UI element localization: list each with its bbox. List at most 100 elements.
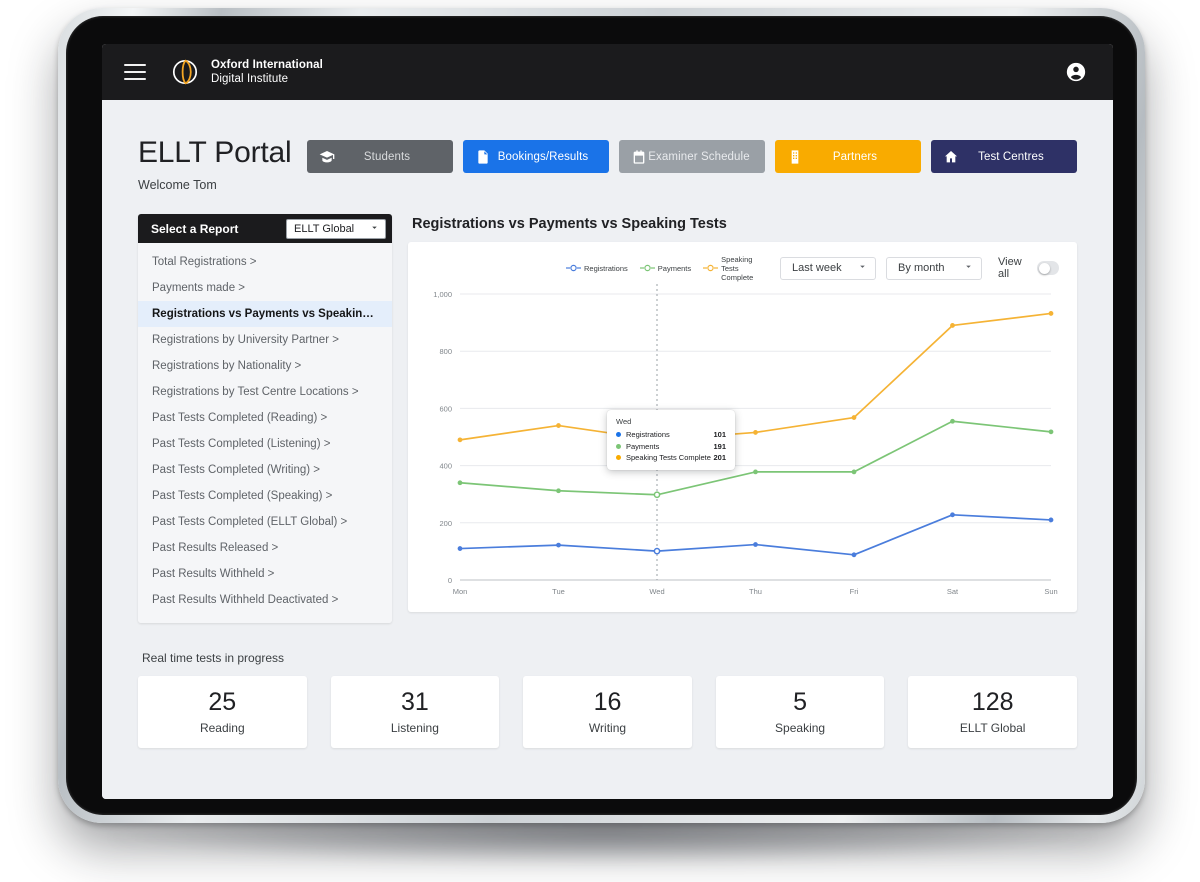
- tablet-screen: Oxford International Digital Institute E…: [102, 44, 1113, 799]
- account-circle-icon[interactable]: [1065, 61, 1087, 83]
- line-chart-plot[interactable]: 0 200 400 600 800 1,000 Mon Tue Wed Thu Fri Sat Sun: [408, 282, 1077, 612]
- chart-svg: 0 200 400 600 800 1,000 Mon Tue Wed Thu Fri Sat Sun: [433, 284, 1058, 596]
- stat-value: 25: [208, 688, 237, 717]
- report-list-item[interactable]: Past Tests Completed (Reading) >: [138, 405, 392, 431]
- tooltip-rows: Registrations 101 Payments 191 Speaking Test…: [616, 430, 726, 462]
- nav-pill-test-centres[interactable]: Test Centres: [931, 140, 1077, 173]
- grouping-select[interactable]: By month: [886, 256, 983, 280]
- nav-pill-bookings-results[interactable]: Bookings/Results: [463, 140, 609, 173]
- series-point[interactable]: [556, 542, 561, 548]
- report-list-item[interactable]: Registrations by Nationality >: [138, 353, 392, 379]
- series-point[interactable]: [950, 323, 955, 328]
- welcome-message: Welcome Tom: [138, 178, 217, 192]
- stats-row: 25 Reading 31 Listening 16 Writing 5 Speaking 12…: [138, 676, 1077, 748]
- series-point[interactable]: [556, 488, 561, 494]
- chart-legend: Registrations Payments Speaking Tests Comp…: [566, 255, 770, 282]
- tooltip-series-name: Payments: [626, 441, 660, 451]
- series-line[interactable]: [459, 312, 1052, 441]
- time-range-select[interactable]: Last week: [780, 256, 877, 280]
- tooltip-series-dot: [616, 443, 621, 449]
- y-axis-tick-label: 400: [439, 462, 452, 471]
- chevron-down-icon: [369, 222, 380, 236]
- report-list-item[interactable]: Past Results Released >: [138, 535, 392, 561]
- report-list-item[interactable]: Past Tests Completed (ELLT Global) >: [138, 509, 392, 535]
- x-axis-tick-label: Wed: [649, 587, 664, 596]
- tooltip-series-value: 201: [713, 453, 726, 462]
- page-body: ELLT Portal Welcome Tom Students Bookings…: [102, 100, 1113, 799]
- stat-card-reading: 25 Reading: [138, 676, 307, 748]
- y-axis-tick-label: 600: [439, 404, 452, 413]
- tooltip-series-value: 101: [713, 430, 726, 439]
- chart-card: Registrations Payments Speaking Tests Comp…: [408, 242, 1077, 612]
- tooltip-series-name: Registrations: [626, 430, 670, 439]
- series-point[interactable]: [753, 430, 758, 435]
- report-list-item[interactable]: Total Registrations >: [138, 249, 392, 275]
- series-point[interactable]: [753, 469, 758, 475]
- legend-label: Payments: [657, 263, 692, 273]
- view-all-toggle[interactable]: [1037, 261, 1059, 275]
- nav-pill-partners[interactable]: Partners: [775, 140, 921, 173]
- series-point[interactable]: [457, 437, 463, 443]
- report-list-item[interactable]: Registrations by Test Centre Locations >: [138, 379, 392, 405]
- series-point[interactable]: [457, 480, 463, 486]
- tooltip-series-name: Speaking Tests Complete: [626, 453, 711, 462]
- hamburger-menu-icon[interactable]: [124, 64, 146, 80]
- series-point[interactable]: [1048, 517, 1054, 523]
- report-list-item[interactable]: Payments made >: [138, 275, 392, 301]
- report-list-item[interactable]: Registrations vs Payments vs Speaking Te…: [138, 301, 392, 327]
- report-list-item[interactable]: Past Results Withheld >: [138, 561, 392, 587]
- title-row: ELLT Portal Welcome Tom Students Bookings…: [138, 100, 1077, 192]
- series-point[interactable]: [851, 415, 857, 420]
- nav-pill-group: Students Bookings/Results Examiner Schedul…: [307, 134, 1077, 173]
- series-point[interactable]: [653, 547, 661, 555]
- grouping-value: By month: [898, 262, 945, 274]
- hamburger-bar: [124, 64, 146, 66]
- nav-pill-students[interactable]: Students: [307, 140, 453, 173]
- report-list-item[interactable]: Past Results Withheld Deactivated >: [138, 587, 392, 613]
- chart-toolbar: Registrations Payments Speaking Tests Comp…: [408, 242, 1077, 282]
- stat-value: 31: [400, 688, 429, 717]
- chevron-down-icon: [857, 261, 868, 275]
- stat-value: 128: [971, 688, 1014, 717]
- series-point[interactable]: [851, 552, 857, 558]
- report-list-item[interactable]: Past Tests Completed (Writing) >: [138, 457, 392, 483]
- document-icon: [475, 149, 491, 165]
- report-scope-select[interactable]: ELLT Global: [286, 218, 386, 239]
- series-point[interactable]: [851, 469, 857, 475]
- report-list: Total Registrations > Payments made > Regi…: [138, 243, 392, 623]
- y-axis-tick-label: 1,000: [433, 290, 452, 299]
- legend-item[interactable]: Payments: [639, 259, 692, 277]
- legend-item[interactable]: Speaking Tests Complete: [703, 255, 770, 282]
- y-axis-tick-label: 0: [448, 576, 452, 585]
- x-axis-tick-label: Fri: [850, 587, 859, 596]
- select-a-report-label: Select a Report: [151, 221, 239, 236]
- series-point[interactable]: [457, 546, 463, 551]
- brand-logo[interactable]: Oxford International Digital Institute: [170, 57, 323, 87]
- series-line[interactable]: [459, 513, 1052, 556]
- legend-marker-icon: [703, 259, 719, 277]
- legend-item[interactable]: Registrations: [566, 259, 628, 277]
- nav-pill-examiner-schedule[interactable]: Examiner Schedule: [619, 140, 765, 173]
- hamburger-bar: [124, 78, 146, 80]
- tooltip-series-dot: [616, 432, 621, 437]
- y-axis-tick-label: 800: [439, 347, 452, 356]
- stat-value: 16: [593, 688, 622, 717]
- report-list-item[interactable]: Past Tests Completed (Speaking) >: [138, 483, 392, 509]
- view-all-label: View all: [998, 256, 1022, 280]
- report-list-item[interactable]: Registrations by University Partner >: [138, 327, 392, 353]
- legend-label: Registrations: [584, 263, 628, 273]
- tooltip-row: Registrations 101: [616, 430, 726, 439]
- brand-text: Oxford International Digital Institute: [211, 58, 323, 86]
- view-all-control: View all: [998, 256, 1059, 280]
- x-axis-tick-label: Tue: [552, 587, 565, 596]
- stat-card-ellt-global: 128 ELLT Global: [908, 676, 1077, 748]
- series-point[interactable]: [556, 423, 561, 428]
- series-point[interactable]: [653, 491, 661, 499]
- series-point[interactable]: [950, 512, 955, 518]
- series-point[interactable]: [1048, 311, 1054, 316]
- series-point[interactable]: [1048, 429, 1054, 435]
- series-point[interactable]: [753, 542, 758, 547]
- report-list-item[interactable]: Past Tests Completed (Listening) >: [138, 431, 392, 457]
- series-point[interactable]: [950, 418, 955, 424]
- stat-card-speaking: 5 Speaking: [715, 676, 885, 748]
